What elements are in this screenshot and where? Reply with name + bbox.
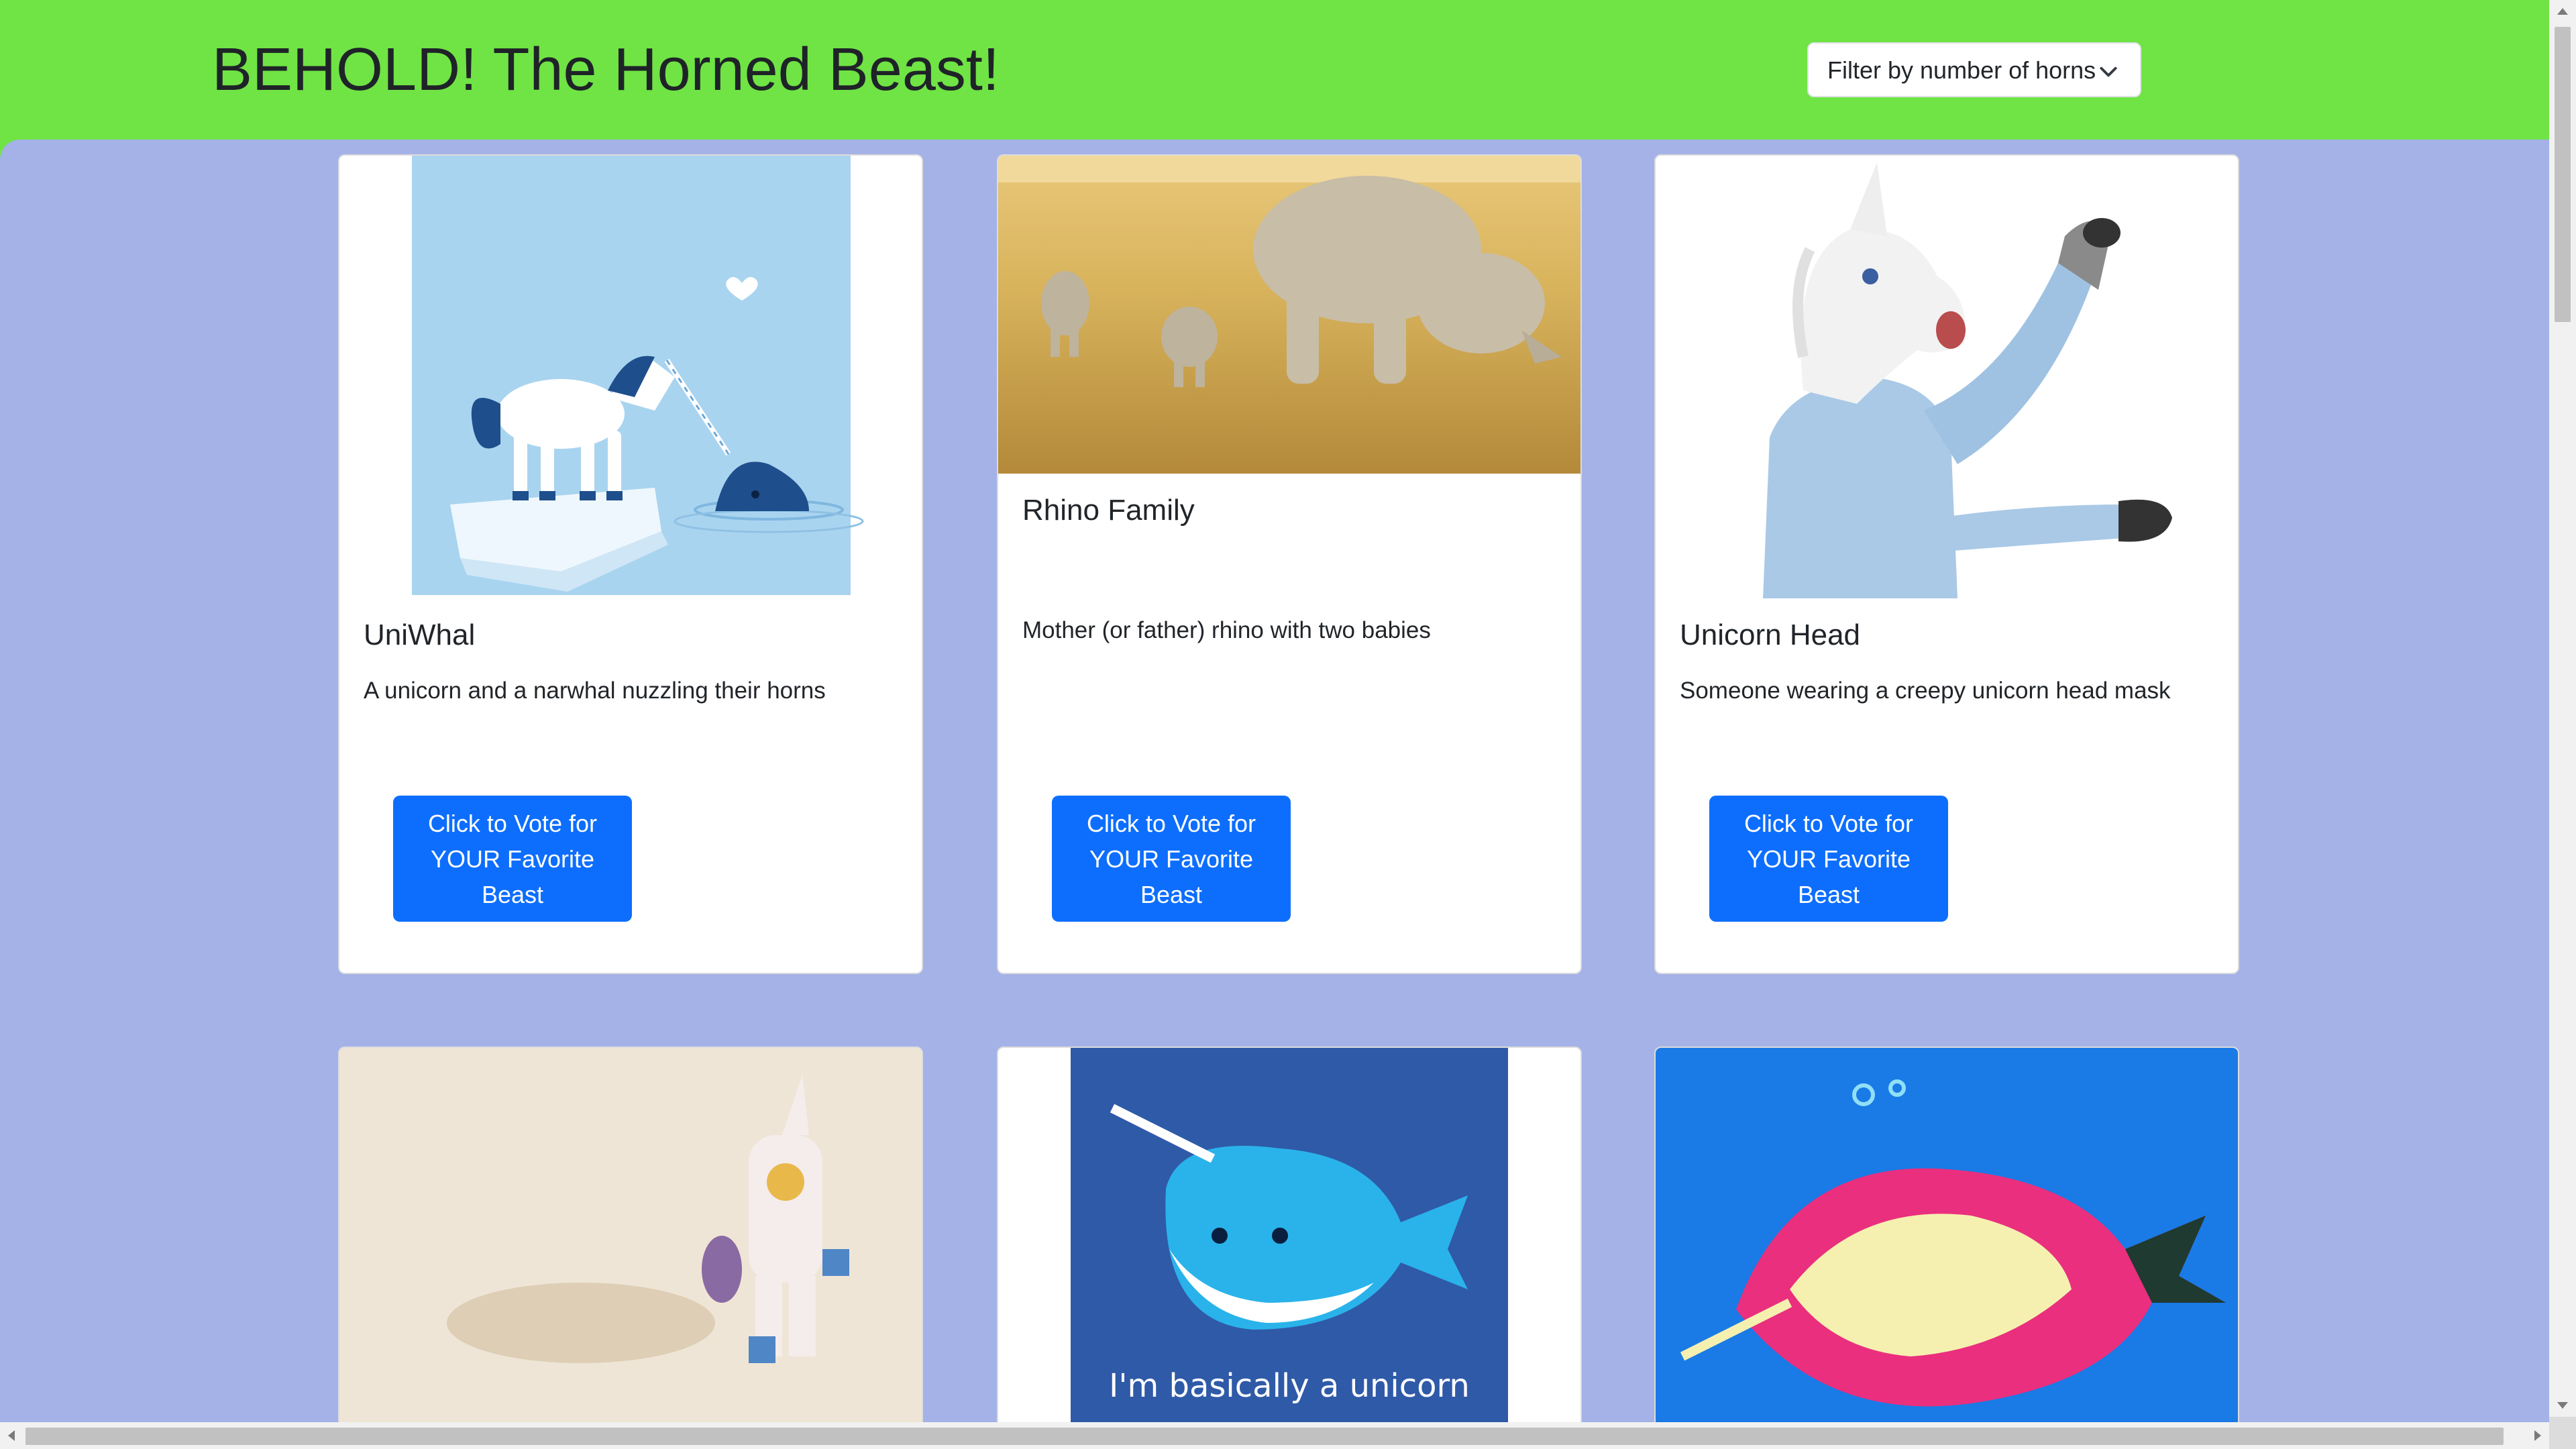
horizontal-scroll-thumb[interactable] — [25, 1428, 2504, 1445]
filter-label: Filter by number of horns — [1827, 56, 2096, 84]
scrollbar-corner — [2549, 1417, 2576, 1449]
card-title: UniWhal — [364, 619, 476, 651]
horn-filter-select[interactable]: Filter by number of horns — [1807, 42, 2141, 97]
vertical-scroll-thumb[interactable] — [2555, 27, 2571, 322]
app-header: BEHOLD! The Horned Beast! Filter by numb… — [0, 0, 2549, 140]
rhino-family-image[interactable] — [998, 156, 1580, 474]
horizontal-scrollbar[interactable] — [0, 1422, 2549, 1449]
beast-card-uniwhal: UniWhal A unicorn and a narwhal nuzzling… — [338, 154, 923, 974]
card-description: Someone wearing a creepy unicorn head ma… — [1680, 678, 2171, 704]
chevron-down-icon — [2100, 66, 2117, 77]
card-title: Rhino Family — [1022, 494, 1195, 527]
card-description: A unicorn and a narwhal nuzzling their h… — [364, 678, 826, 704]
page-title: BEHOLD! The Horned Beast! — [212, 36, 1000, 103]
beast-card-unicorn-head: Unicorn Head Someone wearing a creepy un… — [1654, 154, 2239, 974]
main-corner — [0, 140, 20, 160]
narwhal-drawing-image[interactable] — [1656, 1048, 2238, 1448]
scroll-down-icon[interactable] — [2557, 1402, 2568, 1409]
beast-card-rhino-family: Rhino Family Mother (or father) rhino wi… — [997, 154, 1582, 974]
beast-card: I'm basically a unicorn — [997, 1046, 1582, 1449]
scroll-left-icon[interactable] — [8, 1430, 15, 1441]
unicorn-head-image[interactable] — [1656, 156, 2238, 598]
scroll-right-icon[interactable] — [2534, 1430, 2541, 1441]
narwhal-caption: I'm basically a unicorn — [1109, 1367, 1470, 1405]
card-title: Unicorn Head — [1680, 619, 1861, 651]
card-description: Mother (or father) rhino with two babies — [1022, 617, 1431, 643]
vote-button[interactable]: Click to Vote for YOUR Favorite Beast — [1709, 796, 1948, 922]
vote-button[interactable]: Click to Vote for YOUR Favorite Beast — [1052, 796, 1291, 922]
narwhal-cartoon-image[interactable]: I'm basically a unicorn — [998, 1048, 1580, 1448]
unicorn-lego-figure-image[interactable] — [339, 1048, 922, 1448]
scroll-up-icon[interactable] — [2557, 8, 2568, 15]
uniwhal-image[interactable] — [339, 156, 922, 598]
beast-card — [1654, 1046, 2239, 1449]
vote-button[interactable]: Click to Vote for YOUR Favorite Beast — [393, 796, 632, 922]
beast-card — [338, 1046, 923, 1449]
vertical-scrollbar[interactable] — [2549, 0, 2576, 1417]
